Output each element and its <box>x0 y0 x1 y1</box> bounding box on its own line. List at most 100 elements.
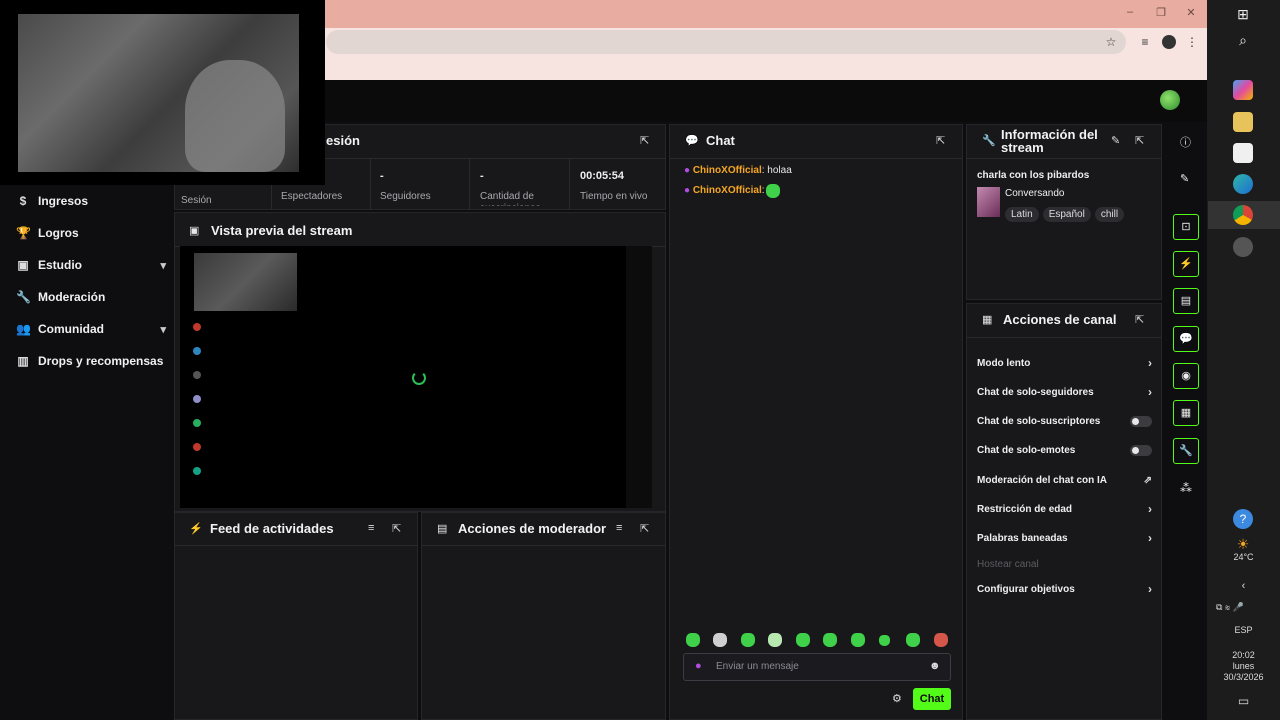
trophy-icon: 🏆 <box>16 226 31 240</box>
edit-pencil-icon[interactable]: ✎ <box>1111 134 1120 147</box>
action-palabras-baneadas[interactable]: Palabras baneadas › <box>977 530 1152 546</box>
emote-icon[interactable] <box>686 633 700 647</box>
apps-dots-icon[interactable]: ⁂ <box>1180 481 1192 495</box>
sidebar-item-moderacion[interactable]: 🔧 Moderación <box>16 287 166 307</box>
action-configurar-objetivos[interactable]: Configurar objetivos › <box>977 581 1152 597</box>
search-icon[interactable]: ⌕ <box>1233 30 1253 50</box>
action-restriccion-edad[interactable]: Restricción de edad › <box>977 501 1152 517</box>
info-icon[interactable]: ⓘ <box>1180 134 1191 150</box>
browser-menu-icon[interactable]: ⋮ <box>1185 35 1199 49</box>
obs-icon[interactable] <box>1233 237 1253 257</box>
action-solo-seguidores[interactable]: Chat de solo-seguidores › <box>977 384 1152 400</box>
copilot-icon[interactable] <box>1233 80 1253 100</box>
tag[interactable]: chill <box>1094 207 1125 222</box>
tray-icons[interactable]: ⧉ ≋ 🎤 <box>1216 602 1244 613</box>
sidebar-item-label: Comunidad <box>38 322 104 336</box>
restore-button[interactable]: ❐ <box>1152 6 1170 22</box>
chat-send-button[interactable]: Chat <box>913 688 951 710</box>
webcam-person <box>185 60 285 172</box>
wrench-icon: 🔧 <box>16 290 31 304</box>
popout-icon[interactable]: ⇱ <box>392 522 401 535</box>
sidebar-item-label: Drops y recompensas <box>38 354 164 368</box>
clock-day: lunes <box>1232 661 1255 671</box>
gift-icon: ▥ <box>17 354 29 368</box>
minimize-button[interactable]: – <box>1121 6 1139 22</box>
feed-panel <box>174 512 418 720</box>
emote-icon[interactable] <box>741 633 755 647</box>
emote-icon[interactable] <box>879 635 890 646</box>
stat-value-tiempo: 00:05:54 <box>580 170 625 182</box>
chat-username[interactable]: ChinoXOfficial <box>693 165 762 176</box>
rail-broadcast-button[interactable]: ◉ <box>1173 363 1199 389</box>
overlay-icon <box>193 467 201 475</box>
language-indicator[interactable]: ESP <box>1207 625 1280 635</box>
windows-start-icon[interactable]: ⊞ <box>1233 4 1253 24</box>
toggle-switch[interactable] <box>1130 444 1152 456</box>
clock-date: 30/3/2026 <box>1223 672 1264 682</box>
chevron-down-icon[interactable]: ▾ <box>160 259 166 272</box>
microphone-badge-icon: ● <box>684 185 691 196</box>
chevron-right-icon: › <box>1148 356 1152 370</box>
emote-icon[interactable] <box>934 633 948 647</box>
studio-icon: ▣ <box>17 258 29 272</box>
emote-icon[interactable] <box>823 633 837 647</box>
popout-icon[interactable]: ⇱ <box>1135 313 1144 326</box>
emote-icon[interactable] <box>851 633 865 647</box>
chat-username[interactable]: ChinoXOfficial <box>693 185 762 196</box>
chevron-down-icon[interactable]: ▾ <box>160 323 166 336</box>
emote-icon[interactable] <box>906 633 920 647</box>
file-explorer-icon[interactable] <box>1233 112 1253 132</box>
sidebar-item-comunidad[interactable]: 👥 Comunidad ▾ <box>16 319 166 339</box>
weather-icon[interactable]: ☀ <box>1233 534 1253 554</box>
edit-pencil-icon[interactable]: ✎ <box>1180 172 1189 185</box>
sidebar-item-estudio[interactable]: ▣ Estudio ▾ <box>16 255 166 275</box>
emoji-picker-icon[interactable]: ☻ <box>929 660 941 672</box>
emote-icon[interactable] <box>713 633 727 647</box>
clock-time[interactable]: 20:02 <box>1207 650 1280 660</box>
chrome-icon[interactable] <box>1233 205 1253 225</box>
sidebar-item-label: Ingresos <box>38 194 89 208</box>
action-modo-lento[interactable]: Modo lento › <box>977 355 1152 371</box>
sidebar-item-ingresos[interactable]: $ Ingresos <box>16 191 166 211</box>
action-label: Modo lento <box>977 357 1031 369</box>
close-window-button[interactable]: ✕ <box>1182 6 1200 22</box>
popout-icon[interactable]: ⇱ <box>640 522 649 535</box>
rail-document-button[interactable]: ▤ <box>1173 288 1199 314</box>
filter-icon[interactable]: ≡ <box>368 522 374 534</box>
media-control-icon[interactable]: ≡ <box>1138 35 1152 49</box>
chevron-left-icon[interactable]: ‹ <box>1207 580 1280 592</box>
emote-icon[interactable] <box>768 633 782 647</box>
rail-wrench-button[interactable]: 🔧 <box>1173 438 1199 464</box>
overlay-icon <box>193 419 201 427</box>
chat-settings-gear-icon[interactable]: ⚙ <box>892 692 902 705</box>
overlay-icon <box>193 395 201 403</box>
sidebar-item-drops[interactable]: ▥ Drops y recompensas <box>16 351 166 371</box>
sidebar-item-label: Estudio <box>38 258 82 272</box>
edge-icon[interactable] <box>1233 174 1253 194</box>
rail-session-button[interactable]: ⊡ <box>1173 214 1199 240</box>
user-avatar[interactable] <box>1160 90 1180 110</box>
bookmark-star-icon[interactable]: ☆ <box>1104 35 1118 49</box>
preview-panel-title: Vista previa del stream <box>211 223 353 238</box>
document-app-icon[interactable] <box>1233 143 1253 163</box>
action-moderacion-ia[interactable]: Moderación del chat con IA ⇗ <box>977 472 1152 488</box>
address-bar[interactable] <box>326 30 1126 54</box>
rail-channel-button[interactable]: ▦ <box>1173 400 1199 426</box>
popout-icon[interactable]: ⇱ <box>640 134 649 147</box>
notification-icon[interactable]: ▭ <box>1207 694 1280 708</box>
preview-webcam-overlay <box>194 253 297 311</box>
profile-avatar-icon[interactable] <box>1162 35 1176 49</box>
popout-icon[interactable]: ⇱ <box>1135 134 1144 147</box>
tag[interactable]: Español <box>1042 207 1091 222</box>
popout-icon[interactable]: ⇱ <box>936 134 945 147</box>
filter-icon[interactable]: ≡ <box>616 522 622 534</box>
stream-category[interactable]: Conversando <box>1005 188 1064 199</box>
help-icon[interactable]: ? <box>1233 509 1253 529</box>
rail-activity-button[interactable]: ⚡ <box>1173 251 1199 277</box>
session-tab[interactable]: Sesión <box>181 195 212 206</box>
rail-chat-button[interactable]: 💬 <box>1173 326 1199 352</box>
toggle-switch[interactable] <box>1130 415 1152 427</box>
emote-icon[interactable] <box>796 633 810 647</box>
tag[interactable]: Latin <box>1005 207 1039 222</box>
sidebar-item-logros[interactable]: 🏆 Logros <box>16 223 166 243</box>
